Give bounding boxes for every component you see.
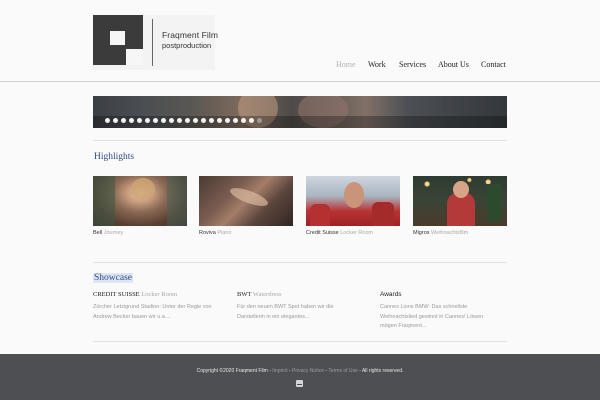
highlight-thumb-migros[interactable] xyxy=(413,176,507,226)
nav-item-work[interactable]: Work xyxy=(368,60,386,69)
slider-dot[interactable] xyxy=(217,118,222,123)
footer-rights: All rights reserved. xyxy=(361,368,404,374)
nav-item-contact[interactable]: Contact xyxy=(481,60,506,69)
slider-dot[interactable] xyxy=(169,118,174,123)
showcase-col-title: Awards xyxy=(380,291,402,298)
logo-name: Fraqment Film xyxy=(162,30,219,40)
highlight-caption-credit-suisse[interactable]: Credit Suisse Locker Room xyxy=(306,230,373,236)
showcase-col-title: BWT xyxy=(237,291,252,298)
slider-dot[interactable] xyxy=(249,118,254,123)
slider-dot[interactable] xyxy=(145,118,150,123)
highlight-client: Credit Suisse xyxy=(306,230,339,236)
divider xyxy=(93,262,507,263)
divider xyxy=(93,140,507,141)
footer-link-terms[interactable]: Terms of Use xyxy=(328,368,357,374)
showcase-text-line: mögen Fraqment... xyxy=(380,323,427,329)
mail-icon[interactable] xyxy=(296,380,303,387)
showcase-text-awards: Cannes Lions BMW: Das schnellste Weihnac… xyxy=(380,303,483,332)
slider-dot[interactable] xyxy=(161,118,166,123)
showcase-col-subtitle: Locker Room xyxy=(141,291,178,298)
divider xyxy=(93,341,507,342)
highlight-client: Migros xyxy=(413,230,430,236)
showcase-text-line: Zürcher Letzigrund Stadion: Unter der Re… xyxy=(93,304,212,310)
highlight-caption-roviva[interactable]: Roviva Piano xyxy=(199,230,231,236)
showcase-text-line: Für den neuen BWT Spot haben wir die xyxy=(237,304,334,310)
showcase-text-line: Weihnachtslied gewinnt in Cannes! Löwen xyxy=(380,313,484,320)
showcase-title-bwt[interactable]: BWT Waterdress xyxy=(237,291,282,298)
slider-dot[interactable] xyxy=(177,118,182,123)
highlight-client: Roviva xyxy=(199,230,216,236)
showcase-title-credit-suisse[interactable]: CREDIT SUISSE Locker Room xyxy=(93,291,177,298)
slider-pagination xyxy=(105,118,262,124)
highlight-thumb-roviva[interactable] xyxy=(199,176,293,226)
hero-slider[interactable] xyxy=(93,96,507,128)
showcase-col-title: CREDIT SUISSE xyxy=(93,291,140,298)
nav-item-about-us[interactable]: About Us xyxy=(438,60,469,69)
slider-dot[interactable] xyxy=(105,118,110,123)
showcase-text-bwt: Für den neuen BWT Spot haben wir die Dar… xyxy=(237,303,334,322)
highlight-caption-bell[interactable]: Bell Journey xyxy=(93,230,123,236)
logo-divider xyxy=(152,19,153,66)
showcase-title: Showcase xyxy=(93,273,133,283)
showcase-text-line: Cannes Lions BMW: Das schnellste xyxy=(380,304,468,310)
nav-item-services[interactable]: Services xyxy=(399,60,426,69)
slider-dot[interactable] xyxy=(201,118,206,123)
slider-dot[interactable] xyxy=(185,118,190,123)
footer-link-imprint[interactable]: Imprint xyxy=(272,368,287,374)
slider-dot[interactable] xyxy=(121,118,126,123)
showcase-text-line: Darstellerin in ein elegantes... xyxy=(237,313,310,320)
highlight-client: Bell xyxy=(93,230,103,236)
footer-text: Copyright ©2020 Fraqment Film - Imprint … xyxy=(0,368,600,374)
nav-item-home[interactable]: Home xyxy=(336,60,356,69)
slider-dot[interactable] xyxy=(225,118,230,123)
slider-dot[interactable] xyxy=(209,118,214,123)
slider-dot[interactable] xyxy=(257,118,262,123)
main-nav: Home Work Services About Us Contact xyxy=(0,60,600,72)
showcase-title-awards[interactable]: Awards xyxy=(380,291,402,298)
highlight-subtitle: Piano xyxy=(217,230,232,236)
showcase-col-subtitle: Waterdress xyxy=(252,291,282,298)
highlight-thumb-bell[interactable] xyxy=(93,176,187,226)
highlight-subtitle: Locker Room xyxy=(340,230,373,236)
slider-dot[interactable] xyxy=(129,118,134,123)
slider-dot[interactable] xyxy=(137,118,142,123)
footer-link-privacy[interactable]: Privacy Notice xyxy=(292,368,324,374)
highlight-caption-migros[interactable]: Migros Weihnachtsfilm xyxy=(413,230,468,236)
slider-dot[interactable] xyxy=(233,118,238,123)
slider-dot[interactable] xyxy=(113,118,118,123)
site-footer: Copyright ©2020 Fraqment Film - Imprint … xyxy=(0,354,600,400)
logo-mark-icon xyxy=(93,15,143,65)
highlight-thumb-credit-suisse[interactable] xyxy=(306,176,400,226)
highlight-subtitle: Journey xyxy=(103,230,124,236)
highlights-title: Highlights xyxy=(94,152,135,162)
showcase-text-credit-suisse: Zürcher Letzigrund Stadion: Unter der Re… xyxy=(93,303,212,322)
slider-dot[interactable] xyxy=(241,118,246,123)
footer-copyright: Copyright ©2020 Fraqment Film xyxy=(196,368,268,374)
showcase-text-line: Andrew Becker bauen wir u.a.... xyxy=(93,313,171,320)
logo-subtitle: postproduction xyxy=(162,41,212,50)
slider-dot[interactable] xyxy=(153,118,158,123)
highlight-subtitle: Weihnachtsfilm xyxy=(431,230,469,236)
slider-dot[interactable] xyxy=(193,118,198,123)
site-header: Fraqment Film postproduction Home Work S… xyxy=(0,0,600,82)
